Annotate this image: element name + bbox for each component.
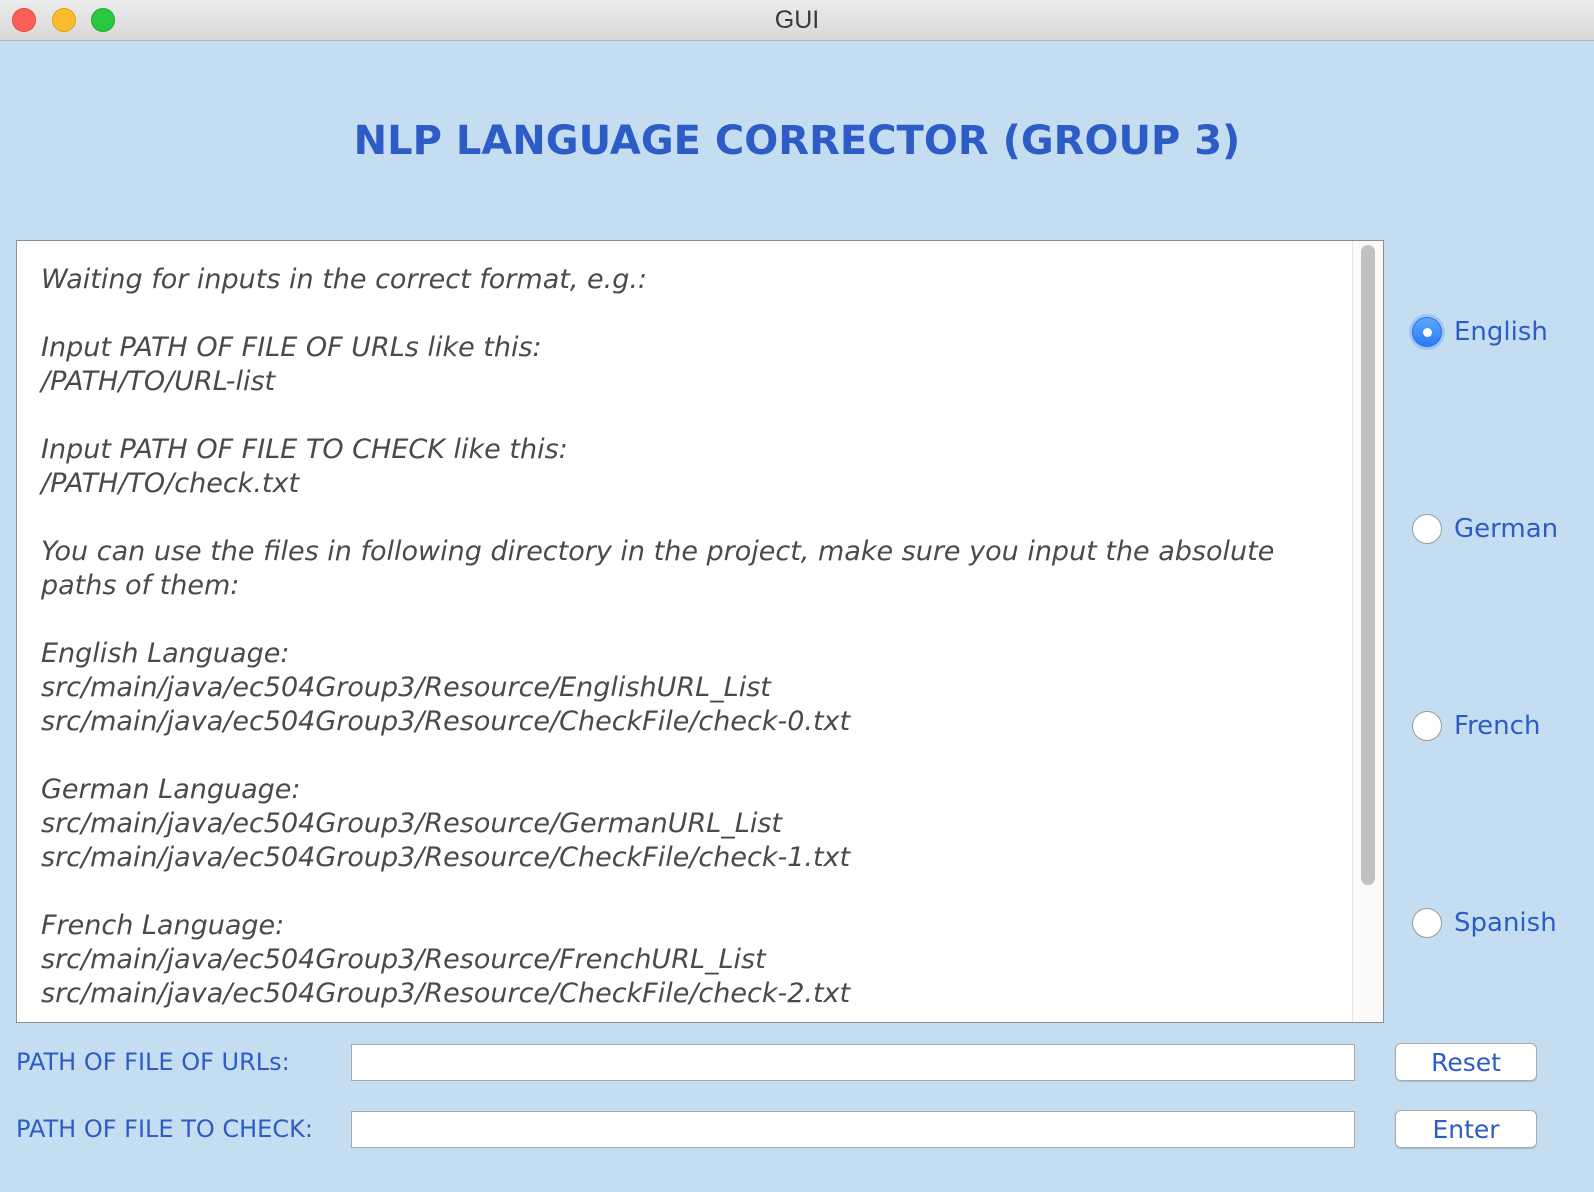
radio-button-icon[interactable] xyxy=(1412,711,1442,741)
urls-path-label: PATH OF FILE OF URLs: xyxy=(16,1048,290,1076)
radio-label-spanish: Spanish xyxy=(1454,908,1557,938)
output-text-line: /PATH/TO/check.txt xyxy=(41,468,300,499)
radio-button-icon[interactable] xyxy=(1412,317,1442,347)
output-text-line xyxy=(41,399,1331,433)
check-path-input[interactable] xyxy=(351,1111,1355,1148)
output-text: Waiting for inputs in the correct format… xyxy=(41,263,1331,1011)
radio-option-spanish[interactable]: Spanish xyxy=(1412,905,1557,941)
output-text-line: /PATH/TO/URL-list xyxy=(41,366,276,397)
output-text-line: src/main/java/ec504Group3/Resource/Check… xyxy=(41,842,851,873)
window-titlebar: GUI xyxy=(0,0,1594,41)
output-text-line xyxy=(41,739,1331,773)
output-text-line xyxy=(41,875,1331,909)
radio-label-english: English xyxy=(1454,317,1548,347)
window-title: GUI xyxy=(774,6,820,34)
radio-button-icon[interactable] xyxy=(1412,908,1442,938)
output-text-area[interactable]: Waiting for inputs in the correct format… xyxy=(16,240,1384,1023)
enter-button[interactable]: Enter xyxy=(1395,1110,1537,1148)
output-text-line: French Language: xyxy=(41,910,285,941)
radio-button-icon[interactable] xyxy=(1412,514,1442,544)
app-heading: NLP Language Corrector (GROUP 3) xyxy=(353,118,1241,164)
output-text-line: You can use the files in following direc… xyxy=(41,536,1275,567)
output-text-line: src/main/java/ec504Group3/Resource/Frenc… xyxy=(41,944,766,975)
radio-label-french: French xyxy=(1454,711,1541,741)
urls-path-input[interactable] xyxy=(351,1044,1355,1081)
output-text-line: German Language: xyxy=(41,774,301,805)
output-text-line: Waiting for inputs in the correct format… xyxy=(41,264,648,295)
output-text-line xyxy=(41,501,1331,535)
check-path-label: PATH OF FILE TO CHECK: xyxy=(16,1115,313,1143)
output-text-line: paths of them: xyxy=(41,570,240,601)
output-text-line: src/main/java/ec504Group3/Resource/Check… xyxy=(41,978,851,1009)
output-text-line: src/main/java/ec504Group3/Resource/Engli… xyxy=(41,672,771,703)
output-text-line: Input PATH OF FILE TO CHECK like this: xyxy=(41,434,568,465)
vertical-scrollbar[interactable] xyxy=(1352,241,1383,1022)
radio-option-english[interactable]: English xyxy=(1412,314,1548,350)
reset-button[interactable]: Reset xyxy=(1395,1043,1537,1081)
scrollbar-thumb[interactable] xyxy=(1361,245,1375,885)
radio-option-german[interactable]: German xyxy=(1412,511,1558,547)
output-text-line: Input PATH OF FILE OF URLs like this: xyxy=(41,332,542,363)
output-text-line xyxy=(41,603,1331,637)
output-text-line xyxy=(41,297,1331,331)
output-text-line: src/main/java/ec504Group3/Resource/Germa… xyxy=(41,808,782,839)
output-text-line: src/main/java/ec504Group3/Resource/Check… xyxy=(41,706,851,737)
output-text-line: English Language: xyxy=(41,638,290,669)
radio-option-french[interactable]: French xyxy=(1412,708,1540,744)
radio-label-german: German xyxy=(1454,514,1559,544)
